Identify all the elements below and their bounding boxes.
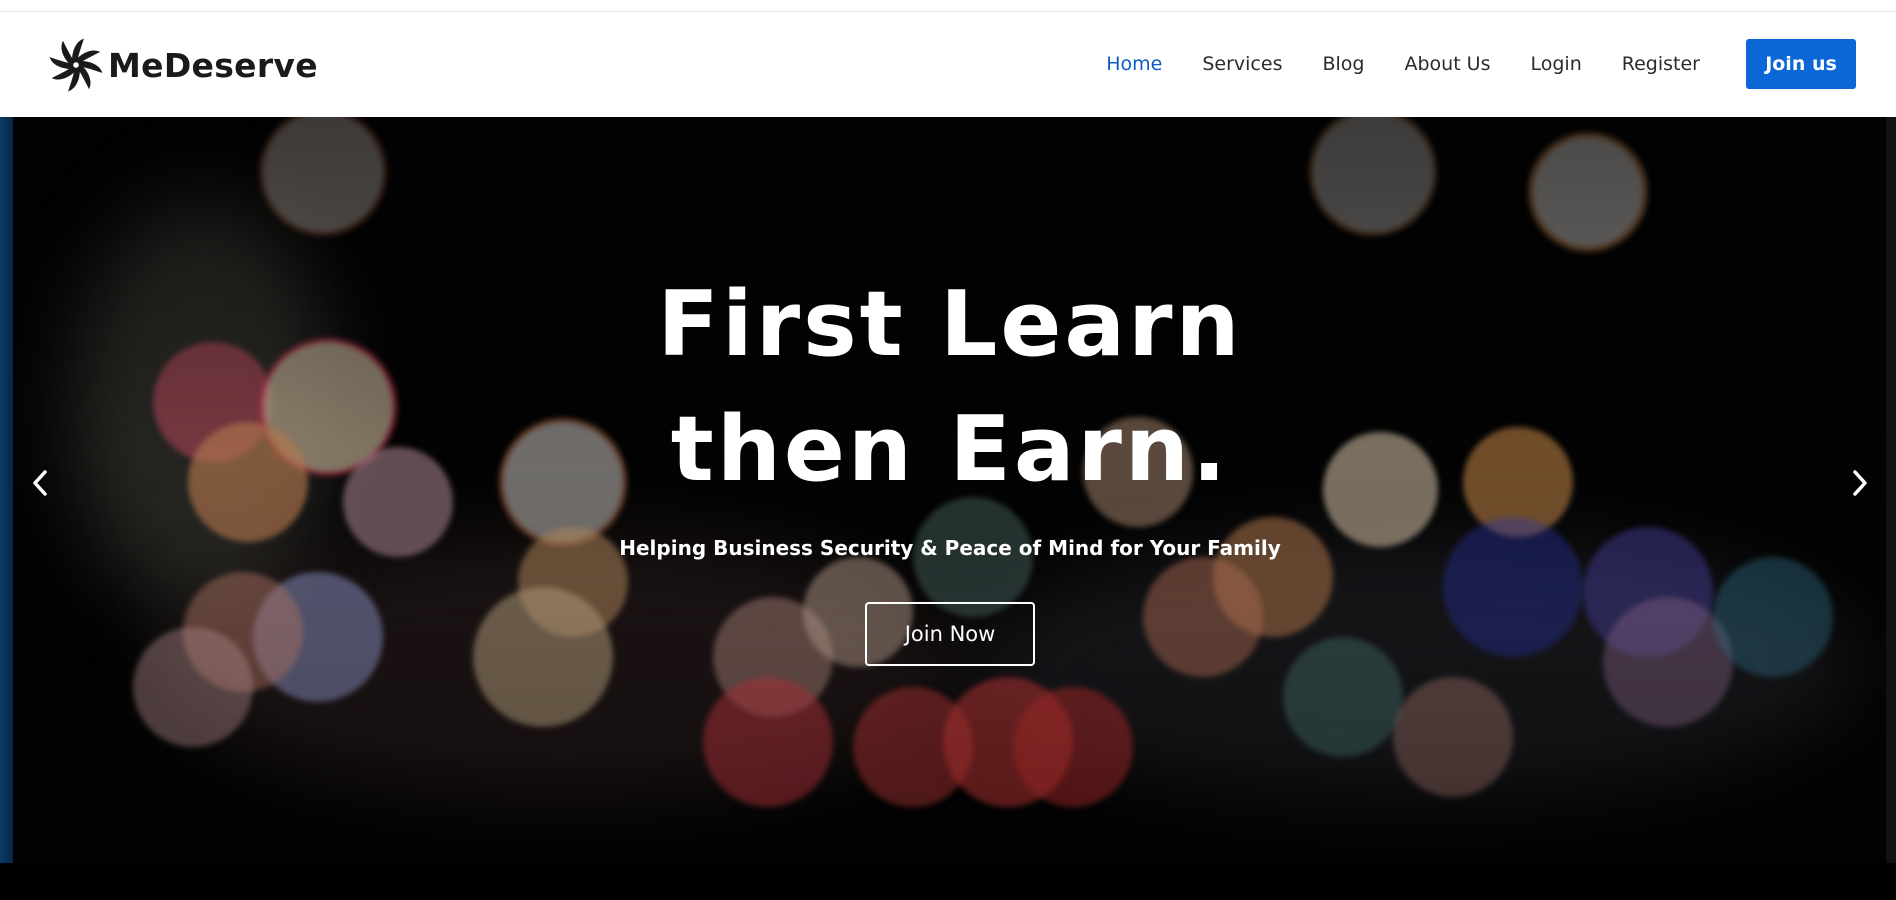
hero-headline-line1: First Learn (657, 272, 1243, 377)
brand-name: MeDeserve (108, 45, 318, 85)
nav-item-blog[interactable]: Blog (1322, 53, 1364, 75)
nav-item-about-us[interactable]: About Us (1404, 53, 1490, 75)
hero-headline-line2: then Earn. (670, 397, 1230, 502)
main-nav: Home Services Blog About Us Login Regist… (1106, 39, 1856, 89)
site-header: MeDeserve Home Services Blog About Us Lo… (0, 12, 1896, 117)
nav-item-login[interactable]: Login (1531, 53, 1582, 75)
pinwheel-logo-icon (49, 38, 103, 92)
chevron-right-icon (1853, 470, 1867, 496)
nav-item-register[interactable]: Register (1622, 53, 1700, 75)
below-hero-section (0, 863, 1896, 900)
slider-next-button[interactable] (1840, 453, 1880, 513)
nav-item-home[interactable]: Home (1106, 53, 1162, 75)
hero-slider: First Learn then Earn. Helping Business … (0, 117, 1896, 863)
nav-item-services[interactable]: Services (1202, 53, 1282, 75)
brand-logo[interactable]: MeDeserve (48, 35, 318, 95)
join-now-button[interactable]: Join Now (865, 602, 1035, 666)
slider-prev-button[interactable] (20, 453, 60, 513)
chevron-left-icon (33, 470, 47, 496)
hero-content: First Learn then Earn. Helping Business … (0, 117, 1896, 863)
join-us-button[interactable]: Join us (1746, 39, 1856, 89)
hero-subtitle: Helping Business Security & Peace of Min… (619, 536, 1281, 560)
top-border (0, 0, 1896, 12)
